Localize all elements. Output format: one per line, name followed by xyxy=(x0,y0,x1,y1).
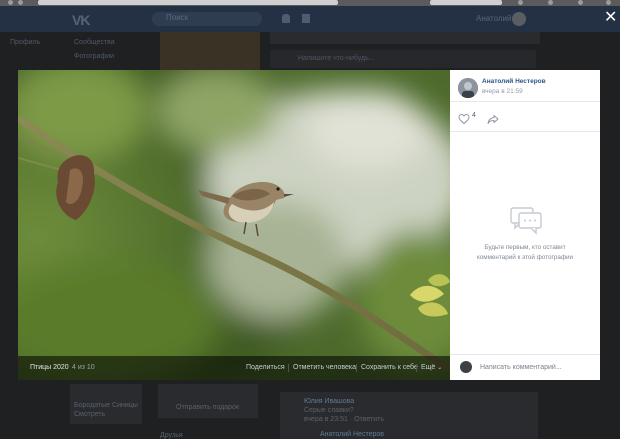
profile-photo-preview[interactable] xyxy=(160,32,260,70)
second-comment-author[interactable]: Анатолий Нестеров xyxy=(320,431,384,438)
photo-viewer-image[interactable] xyxy=(18,70,450,380)
promo-subtitle[interactable]: Смотреть xyxy=(74,411,105,418)
heart-icon xyxy=(458,113,470,125)
bookmark-icon[interactable] xyxy=(518,0,523,5)
notifications-bell-icon[interactable] xyxy=(282,14,290,23)
tag-person-button[interactable]: Отметить человека xyxy=(293,364,356,371)
share-arrow-icon xyxy=(487,115,499,124)
address-bar[interactable] xyxy=(38,0,338,5)
friends-label[interactable]: Друзья xyxy=(160,432,183,439)
wall-photo-strip xyxy=(270,32,540,44)
more-button[interactable]: Ещё ⌄ xyxy=(421,364,442,371)
gifts-card xyxy=(158,384,258,418)
share-button[interactable] xyxy=(487,110,501,124)
comment-meta: вчера в 23:51 · Ответить xyxy=(304,416,384,423)
left-menu-item-photos[interactable]: Фотографии xyxy=(74,53,114,60)
promo-title: Бородатые Синицы xyxy=(74,402,138,409)
no-comments-line1: Будьте первым, кто оставит xyxy=(484,244,566,251)
photo-footer-bar: Птицы 2020 4 из 10 Поделиться Отметить ч… xyxy=(18,356,450,380)
comment-text: Серые славки? xyxy=(304,407,354,414)
header-user-name[interactable]: Анатолий xyxy=(476,14,511,23)
photo-counter: 4 из 10 xyxy=(72,364,95,371)
no-comments-line2: комментарий к этой фотографии xyxy=(476,254,574,261)
send-gift-button[interactable]: Отправить подарок xyxy=(176,404,239,411)
browser-search-field[interactable] xyxy=(430,0,502,5)
album-name[interactable]: Птицы 2020 xyxy=(30,364,69,371)
panel-divider xyxy=(450,354,600,355)
vk-logo[interactable]: VK xyxy=(72,12,90,28)
music-icon[interactable] xyxy=(302,14,310,23)
more-label: Ещё xyxy=(421,364,436,371)
home-icon[interactable] xyxy=(578,0,583,5)
footer-divider xyxy=(356,364,357,372)
footer-divider xyxy=(288,364,289,372)
avatar-photo-icon xyxy=(458,78,478,98)
close-icon[interactable]: ✕ xyxy=(604,9,617,25)
panel-divider xyxy=(450,131,600,132)
vk-search-placeholder: Поиск xyxy=(166,13,189,22)
post-time[interactable]: вчера в 21:59 xyxy=(482,88,523,95)
vk-header xyxy=(0,6,620,32)
current-user-avatar xyxy=(460,361,472,373)
download-icon[interactable] xyxy=(548,0,553,5)
comments-bubble-icon xyxy=(510,207,542,239)
wall-post-placeholder: Напишите что-нибудь... xyxy=(298,55,375,62)
bird-photo xyxy=(18,70,450,380)
left-menu-item-groups[interactable]: Сообщества xyxy=(74,39,115,46)
back-button[interactable] xyxy=(8,0,13,5)
like-count: 4 xyxy=(472,112,476,119)
author-avatar[interactable] xyxy=(458,78,478,98)
photo-side-panel: Анатолий Нестеров вчера в 21:59 4 Будьте… xyxy=(450,70,600,380)
share-photo-button[interactable]: Поделиться xyxy=(246,364,285,371)
save-photo-button[interactable]: Сохранить к себе xyxy=(361,364,418,371)
panel-divider xyxy=(450,101,600,102)
author-name[interactable]: Анатолий Нестеров xyxy=(482,78,546,85)
forward-button[interactable] xyxy=(18,0,23,5)
header-avatar[interactable] xyxy=(512,12,526,26)
no-comments-message: Будьте первым, кто оставит комментарий к… xyxy=(450,243,600,263)
comment-input[interactable] xyxy=(480,361,592,374)
left-menu-item-profile[interactable]: Профиль xyxy=(10,39,40,46)
footer-divider xyxy=(416,364,417,372)
comment-author[interactable]: Юлия Ивашова xyxy=(304,398,354,405)
chevron-down-icon: ⌄ xyxy=(437,365,443,371)
menu-icon[interactable] xyxy=(606,0,611,5)
